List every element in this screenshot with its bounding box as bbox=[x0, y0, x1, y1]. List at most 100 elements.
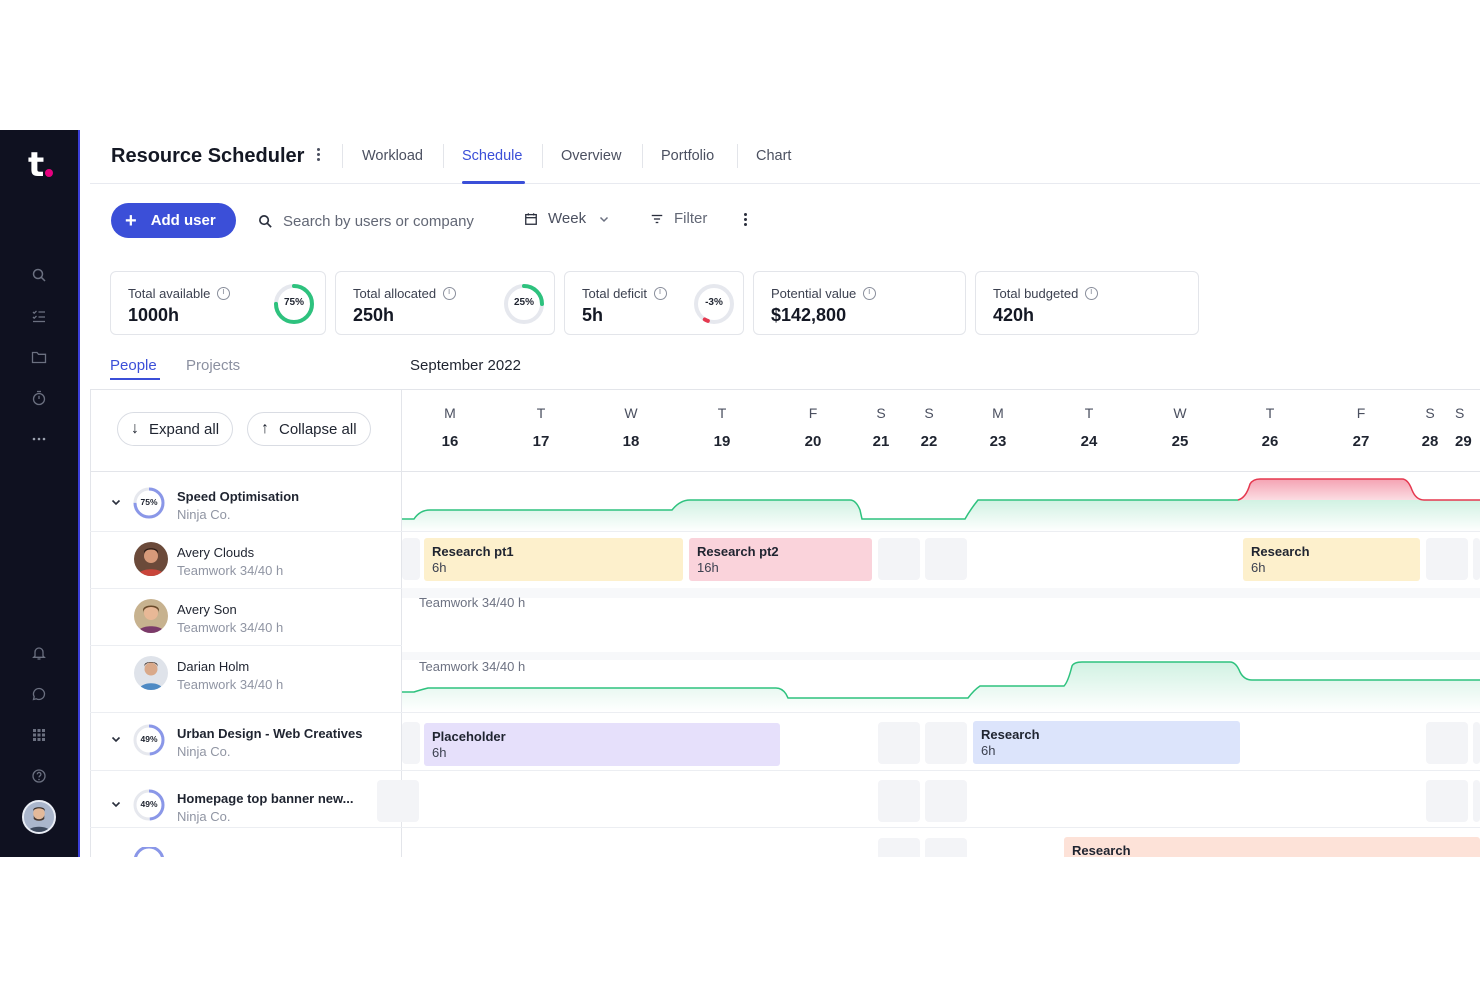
task-block[interactable]: Research 6h bbox=[1243, 538, 1420, 581]
timer-icon[interactable] bbox=[30, 389, 48, 407]
logo-dot bbox=[45, 169, 53, 177]
info-icon[interactable] bbox=[1085, 287, 1099, 300]
search-icon bbox=[259, 214, 272, 228]
info-icon[interactable] bbox=[443, 287, 457, 300]
day-header: M 16 bbox=[441, 405, 459, 450]
capacity-label: Teamwork 34/40 h bbox=[419, 659, 526, 674]
task-block[interactable]: Placeholder 6h bbox=[424, 723, 780, 766]
avatar bbox=[134, 656, 168, 690]
tab-projects[interactable]: Projects bbox=[186, 357, 240, 374]
folder-icon[interactable] bbox=[30, 348, 48, 366]
user-avatar[interactable] bbox=[22, 800, 56, 834]
person-name: Darian Holm bbox=[177, 659, 250, 674]
tab-workload[interactable]: Workload bbox=[362, 148, 423, 164]
project-title: Urban Design - Web Creatives bbox=[177, 726, 363, 741]
person-row[interactable]: Avery Son Teamwork 34/40 h bbox=[110, 589, 400, 645]
view-select[interactable]: Week bbox=[524, 210, 610, 227]
chevron-down-icon[interactable] bbox=[110, 798, 122, 810]
day-header: S 22 bbox=[920, 405, 938, 450]
arrow-up-icon: ↑ bbox=[261, 420, 269, 437]
filter-button[interactable]: Filter bbox=[650, 210, 707, 227]
stat-total-budgeted: Total budgeted 420h bbox=[975, 271, 1199, 335]
day-header: F 20 bbox=[804, 405, 822, 450]
person-name: Avery Son bbox=[177, 602, 237, 617]
app-logo[interactable]: t bbox=[28, 148, 53, 182]
day-header: M 23 bbox=[989, 405, 1007, 450]
people-tab-indicator bbox=[110, 378, 160, 380]
apps-icon[interactable] bbox=[30, 726, 48, 744]
task-block[interactable]: Research pt2 16h bbox=[689, 538, 872, 581]
tasks-icon[interactable] bbox=[30, 307, 48, 325]
day-header: S 28 bbox=[1421, 405, 1439, 450]
add-user-button[interactable]: + Add user bbox=[111, 203, 236, 238]
title-menu-icon[interactable] bbox=[314, 148, 322, 164]
plus-icon: + bbox=[125, 209, 137, 232]
stat-total-available: Total available 1000h 75% bbox=[110, 271, 326, 335]
project-company: Ninja Co. bbox=[177, 744, 231, 759]
app-frame: t Resource Scheduler Workload Schedule O… bbox=[0, 130, 1480, 857]
tab-overview[interactable]: Overview bbox=[561, 148, 621, 164]
more-options-icon[interactable] bbox=[742, 213, 748, 229]
chat-icon[interactable] bbox=[30, 685, 48, 703]
bell-icon[interactable] bbox=[30, 644, 48, 662]
main-area: Resource Scheduler Workload Schedule Ove… bbox=[80, 130, 1480, 857]
person-capacity: Teamwork 34/40 h bbox=[177, 677, 284, 692]
top-bar: Resource Scheduler Workload Schedule Ove… bbox=[90, 130, 1480, 184]
day-header: S 21 bbox=[872, 405, 890, 450]
page-title: Resource Scheduler bbox=[111, 145, 305, 167]
active-tab-indicator bbox=[462, 181, 525, 184]
arrow-down-icon: ↓ bbox=[131, 420, 139, 437]
person-capacity: Teamwork 34/40 h bbox=[177, 563, 284, 578]
collapse-all-button[interactable]: ↑ Collapse all bbox=[247, 412, 371, 446]
chevron-down-icon[interactable] bbox=[110, 733, 122, 745]
info-icon[interactable] bbox=[654, 287, 668, 300]
more-icon[interactable] bbox=[30, 430, 48, 448]
chevron-down-icon[interactable] bbox=[110, 496, 122, 508]
stat-total-deficit: Total deficit 5h -3% bbox=[564, 271, 744, 335]
info-icon[interactable] bbox=[217, 287, 231, 300]
expand-all-button[interactable]: ↓ Expand all bbox=[117, 412, 234, 446]
task-block[interactable]: Research bbox=[1064, 837, 1480, 857]
day-header: W 25 bbox=[1171, 405, 1189, 450]
person-name: Avery Clouds bbox=[177, 545, 255, 560]
nav-rail: t bbox=[0, 130, 80, 857]
tab-people[interactable]: People bbox=[110, 357, 157, 374]
info-icon[interactable] bbox=[863, 287, 877, 300]
day-header: W 18 bbox=[622, 405, 640, 450]
help-icon[interactable] bbox=[30, 767, 48, 785]
stat-total-allocated: Total allocated 250h 25% bbox=[335, 271, 555, 335]
tab-portfolio[interactable]: Portfolio bbox=[661, 148, 714, 164]
utilization-chart-speed-optimisation bbox=[402, 478, 1480, 532]
person-row[interactable]: Avery Clouds Teamwork 34/40 h bbox=[110, 532, 400, 588]
toolbar: + Add user Week Filter bbox=[80, 203, 1480, 239]
filter-icon bbox=[651, 214, 663, 223]
day-header: T 26 bbox=[1261, 405, 1279, 450]
stat-potential-value: Potential value $142,800 bbox=[753, 271, 966, 335]
view-select-value: Week bbox=[548, 210, 587, 227]
tab-chart[interactable]: Chart bbox=[756, 148, 791, 164]
project-row[interactable]: 75% Speed Optimisation Ninja Co. bbox=[110, 476, 400, 532]
project-row[interactable]: 49% Urban Design - Web Creatives Ninja C… bbox=[110, 713, 400, 769]
project-progress-ring bbox=[134, 847, 164, 857]
utilization-chart-darian-holm bbox=[402, 661, 1480, 712]
project-company: Ninja Co. bbox=[177, 507, 231, 522]
task-block[interactable]: Research 6h bbox=[973, 721, 1240, 764]
day-header: T 17 bbox=[532, 405, 550, 450]
month-label: September 2022 bbox=[410, 357, 521, 374]
search-box bbox=[258, 209, 498, 233]
tab-schedule[interactable]: Schedule bbox=[462, 148, 522, 164]
avatar bbox=[134, 599, 168, 633]
day-header: T 19 bbox=[713, 405, 731, 450]
day-header: F 27 bbox=[1352, 405, 1370, 450]
task-block[interactable]: Research pt1 6h bbox=[424, 538, 683, 581]
project-row[interactable]: 49% Homepage top banner new... Ninja Co. bbox=[110, 778, 400, 834]
calendar-icon bbox=[525, 212, 537, 225]
day-header: S 29 bbox=[1455, 405, 1472, 450]
day-header: T 24 bbox=[1080, 405, 1098, 450]
search-input[interactable] bbox=[283, 212, 493, 230]
project-company: Ninja Co. bbox=[177, 809, 231, 824]
search-icon[interactable] bbox=[30, 266, 48, 284]
person-row[interactable]: Darian Holm Teamwork 34/40 h bbox=[110, 646, 400, 702]
avatar bbox=[134, 542, 168, 576]
person-capacity: Teamwork 34/40 h bbox=[177, 620, 284, 635]
